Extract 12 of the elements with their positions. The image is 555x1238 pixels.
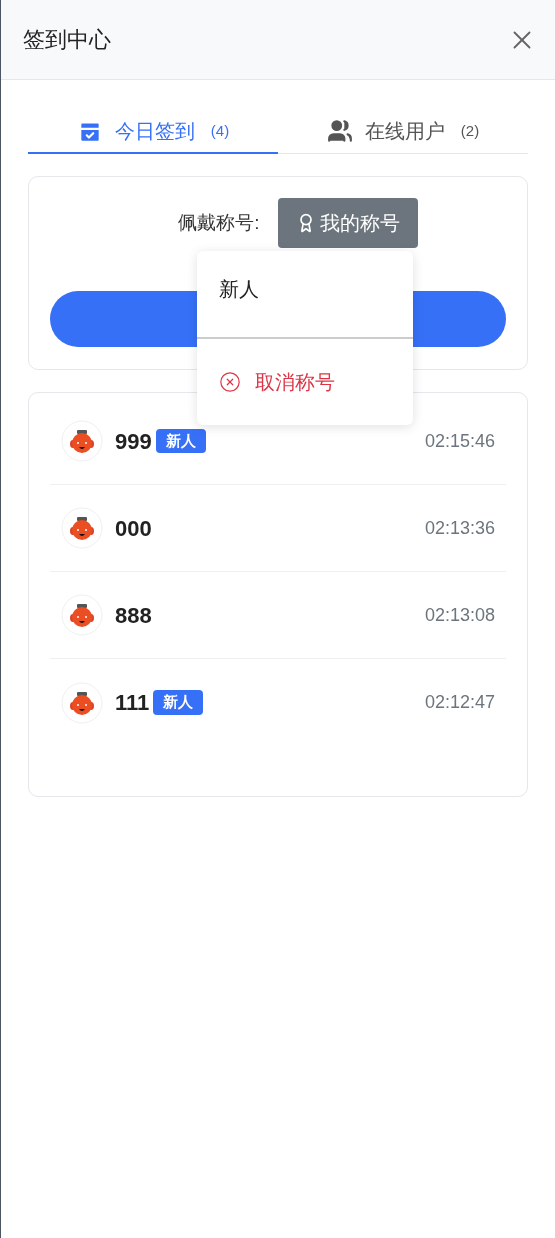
user-name: 111 bbox=[115, 689, 150, 717]
user-tag: 新人 bbox=[153, 690, 204, 715]
title-label: 佩戴称号: bbox=[178, 210, 260, 235]
check-in-time: 02:13:08 bbox=[424, 603, 495, 627]
user-name: 000 bbox=[115, 514, 152, 543]
panel-title: 签到中心 bbox=[23, 26, 111, 54]
check-in-time: 02:15:46 bbox=[424, 429, 495, 453]
user-tag: 新人 bbox=[155, 428, 206, 454]
check-in-time: 02:12:47 bbox=[424, 691, 495, 714]
user-name: 999 bbox=[115, 427, 152, 456]
check-in-time: 02:13:36 bbox=[424, 516, 495, 540]
user-name: 888 bbox=[115, 601, 152, 630]
